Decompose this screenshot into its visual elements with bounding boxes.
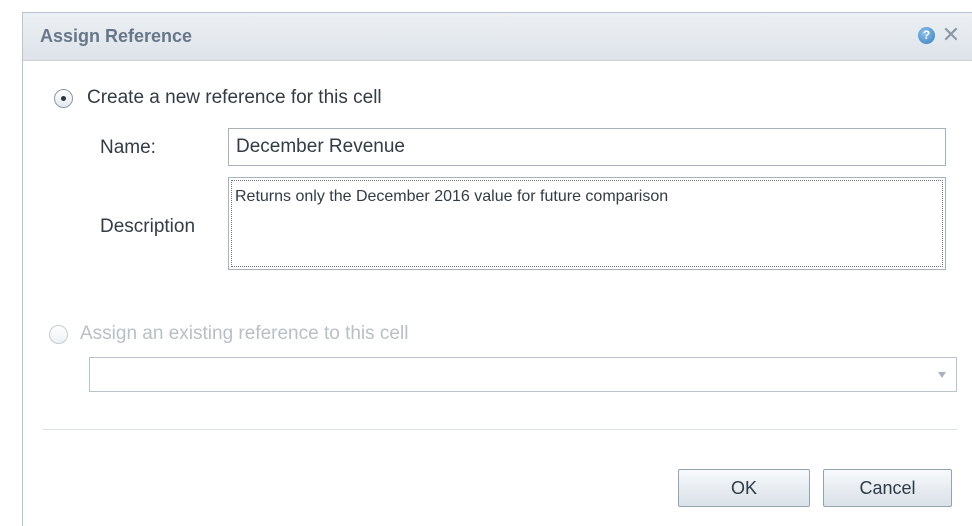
- create-new-reference-radio[interactable]: [54, 89, 73, 108]
- name-input[interactable]: [228, 128, 946, 166]
- assign-existing-reference-radio[interactable]: [49, 325, 68, 344]
- description-label: Description: [100, 216, 196, 237]
- help-icon[interactable]: ?: [918, 27, 935, 44]
- assign-reference-dialog: Assign Reference ? ✕ Create a new refere…: [22, 12, 972, 526]
- dialog-title: Assign Reference: [40, 26, 193, 46]
- existing-reference-select[interactable]: [89, 357, 957, 392]
- footer-divider: [43, 429, 957, 430]
- ok-button[interactable]: OK: [678, 469, 810, 507]
- cancel-button[interactable]: Cancel: [823, 469, 952, 507]
- close-icon[interactable]: ✕: [941, 24, 961, 46]
- description-textarea[interactable]: Returns only the December 2016 value for…: [228, 177, 946, 270]
- chevron-down-icon[interactable]: [938, 372, 946, 378]
- assign-existing-reference-label[interactable]: Assign an existing reference to this cel…: [80, 323, 408, 345]
- create-new-reference-label[interactable]: Create a new reference for this cell: [87, 87, 382, 109]
- name-label: Name:: [100, 137, 156, 158]
- dialog-titlebar[interactable]: Assign Reference ? ✕: [23, 13, 972, 61]
